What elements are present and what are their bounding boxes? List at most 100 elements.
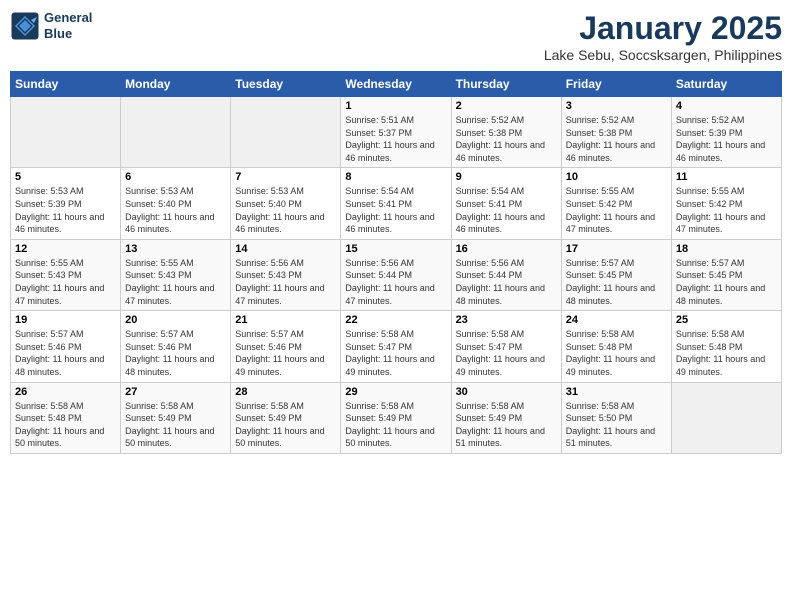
- calendar-cell: 26 Sunrise: 5:58 AMSunset: 5:48 PMDayligh…: [11, 382, 121, 453]
- day-number: 4: [676, 100, 777, 112]
- day-number: 2: [456, 100, 557, 112]
- calendar-cell: 19 Sunrise: 5:57 AMSunset: 5:46 PMDayligh…: [11, 311, 121, 382]
- day-info: Sunrise: 5:57 AMSunset: 5:46 PMDaylight:…: [125, 328, 226, 378]
- day-info: Sunrise: 5:58 AMSunset: 5:48 PMDaylight:…: [15, 400, 116, 450]
- weekday-header-monday: Monday: [121, 72, 231, 97]
- week-row-4: 19 Sunrise: 5:57 AMSunset: 5:46 PMDayligh…: [11, 311, 782, 382]
- day-info: Sunrise: 5:57 AMSunset: 5:46 PMDaylight:…: [235, 328, 336, 378]
- day-number: 17: [566, 243, 667, 255]
- day-info: Sunrise: 5:51 AMSunset: 5:37 PMDaylight:…: [345, 114, 446, 164]
- day-info: Sunrise: 5:58 AMSunset: 5:47 PMDaylight:…: [345, 328, 446, 378]
- calendar-cell: 18Sunrise: 5:57 AMSunset: 5:45 PMDayligh…: [671, 239, 781, 310]
- day-number: 23: [456, 314, 557, 326]
- weekday-header-thursday: Thursday: [451, 72, 561, 97]
- calendar-cell: 14 Sunrise: 5:56 AMSunset: 5:43 PMDayligh…: [231, 239, 341, 310]
- calendar-cell: 25 Sunrise: 5:58 AMSunset: 5:48 PMDayligh…: [671, 311, 781, 382]
- calendar-cell: 6Sunrise: 5:53 AMSunset: 5:40 PMDaylight…: [121, 168, 231, 239]
- weekday-header-tuesday: Tuesday: [231, 72, 341, 97]
- weekday-header-sunday: Sunday: [11, 72, 121, 97]
- title-section: January 2025 Lake Sebu, Soccsksargen, Ph…: [544, 10, 782, 63]
- day-number: 9: [456, 171, 557, 183]
- day-info: Sunrise: 5:56 AMSunset: 5:43 PMDaylight:…: [235, 257, 336, 307]
- calendar-cell: 10 Sunrise: 5:55 AMSunset: 5:42 PMDayligh…: [561, 168, 671, 239]
- day-number: 19: [15, 314, 116, 326]
- calendar-subtitle: Lake Sebu, Soccsksargen, Philippines: [544, 47, 782, 63]
- calendar-title: January 2025: [544, 10, 782, 47]
- weekday-header-wednesday: Wednesday: [341, 72, 451, 97]
- calendar-cell: 4Sunrise: 5:52 AMSunset: 5:39 PMDaylight…: [671, 97, 781, 168]
- calendar-cell: 31Sunrise: 5:58 AMSunset: 5:50 PMDayligh…: [561, 382, 671, 453]
- day-number: 30: [456, 386, 557, 398]
- calendar-cell: 7 Sunrise: 5:53 AMSunset: 5:40 PMDaylight…: [231, 168, 341, 239]
- day-number: 3: [566, 100, 667, 112]
- calendar-cell: 29Sunrise: 5:58 AMSunset: 5:49 PMDayligh…: [341, 382, 451, 453]
- day-number: 14: [235, 243, 336, 255]
- day-info: Sunrise: 5:55 AMSunset: 5:42 PMDaylight:…: [676, 185, 777, 235]
- day-info: Sunrise: 5:54 AMSunset: 5:41 PMDaylight:…: [456, 185, 557, 235]
- day-number: 21: [235, 314, 336, 326]
- logo: General Blue: [10, 10, 92, 41]
- weekday-header-row: SundayMondayTuesdayWednesdayThursdayFrid…: [11, 72, 782, 97]
- day-number: 13: [125, 243, 226, 255]
- calendar-cell: 5Sunrise: 5:53 AMSunset: 5:39 PMDaylight…: [11, 168, 121, 239]
- calendar-cell: 24 Sunrise: 5:58 AMSunset: 5:48 PMDayligh…: [561, 311, 671, 382]
- day-info: Sunrise: 5:58 AMSunset: 5:49 PMDaylight:…: [456, 400, 557, 450]
- day-info: Sunrise: 5:55 AMSunset: 5:43 PMDaylight:…: [15, 257, 116, 307]
- calendar-cell: 20 Sunrise: 5:57 AMSunset: 5:46 PMDayligh…: [121, 311, 231, 382]
- day-number: 26: [15, 386, 116, 398]
- day-info: Sunrise: 5:53 AMSunset: 5:39 PMDaylight:…: [15, 185, 116, 235]
- header: General Blue January 2025 Lake Sebu, Soc…: [10, 10, 782, 63]
- week-row-1: 1 Sunrise: 5:51 AMSunset: 5:37 PMDaylight…: [11, 97, 782, 168]
- day-number: 20: [125, 314, 226, 326]
- day-number: 24: [566, 314, 667, 326]
- calendar-cell: 9 Sunrise: 5:54 AMSunset: 5:41 PMDaylight…: [451, 168, 561, 239]
- day-number: 22: [345, 314, 446, 326]
- calendar-cell: 17Sunrise: 5:57 AMSunset: 5:45 PMDayligh…: [561, 239, 671, 310]
- calendar-cell: 12 Sunrise: 5:55 AMSunset: 5:43 PMDayligh…: [11, 239, 121, 310]
- day-number: 16: [456, 243, 557, 255]
- day-info: Sunrise: 5:58 AMSunset: 5:49 PMDaylight:…: [125, 400, 226, 450]
- day-number: 7: [235, 171, 336, 183]
- week-row-5: 26 Sunrise: 5:58 AMSunset: 5:48 PMDayligh…: [11, 382, 782, 453]
- day-number: 10: [566, 171, 667, 183]
- day-number: 25: [676, 314, 777, 326]
- calendar-cell: 30 Sunrise: 5:58 AMSunset: 5:49 PMDayligh…: [451, 382, 561, 453]
- calendar-cell: 11 Sunrise: 5:55 AMSunset: 5:42 PMDayligh…: [671, 168, 781, 239]
- day-info: Sunrise: 5:56 AMSunset: 5:44 PMDaylight:…: [456, 257, 557, 307]
- day-number: 11: [676, 171, 777, 183]
- day-info: Sunrise: 5:58 AMSunset: 5:48 PMDaylight:…: [676, 328, 777, 378]
- day-number: 29: [345, 386, 446, 398]
- day-number: 15: [345, 243, 446, 255]
- weekday-header-saturday: Saturday: [671, 72, 781, 97]
- day-info: Sunrise: 5:57 AMSunset: 5:45 PMDaylight:…: [676, 257, 777, 307]
- day-number: 12: [15, 243, 116, 255]
- day-info: Sunrise: 5:52 AMSunset: 5:38 PMDaylight:…: [456, 114, 557, 164]
- day-info: Sunrise: 5:54 AMSunset: 5:41 PMDaylight:…: [345, 185, 446, 235]
- day-info: Sunrise: 5:53 AMSunset: 5:40 PMDaylight:…: [235, 185, 336, 235]
- calendar-cell: 2 Sunrise: 5:52 AMSunset: 5:38 PMDaylight…: [451, 97, 561, 168]
- calendar-cell: 13Sunrise: 5:55 AMSunset: 5:43 PMDayligh…: [121, 239, 231, 310]
- calendar-cell: [671, 382, 781, 453]
- day-info: Sunrise: 5:56 AMSunset: 5:44 PMDaylight:…: [345, 257, 446, 307]
- week-row-2: 5Sunrise: 5:53 AMSunset: 5:39 PMDaylight…: [11, 168, 782, 239]
- day-info: Sunrise: 5:58 AMSunset: 5:48 PMDaylight:…: [566, 328, 667, 378]
- calendar-cell: 3 Sunrise: 5:52 AMSunset: 5:38 PMDaylight…: [561, 97, 671, 168]
- day-info: Sunrise: 5:58 AMSunset: 5:47 PMDaylight:…: [456, 328, 557, 378]
- day-number: 1: [345, 100, 446, 112]
- day-number: 31: [566, 386, 667, 398]
- calendar-cell: 27 Sunrise: 5:58 AMSunset: 5:49 PMDayligh…: [121, 382, 231, 453]
- calendar-cell: [11, 97, 121, 168]
- day-number: 27: [125, 386, 226, 398]
- calendar-cell: [121, 97, 231, 168]
- calendar-cell: 16 Sunrise: 5:56 AMSunset: 5:44 PMDayligh…: [451, 239, 561, 310]
- calendar-cell: 8 Sunrise: 5:54 AMSunset: 5:41 PMDaylight…: [341, 168, 451, 239]
- day-number: 8: [345, 171, 446, 183]
- calendar-table: SundayMondayTuesdayWednesdayThursdayFrid…: [10, 71, 782, 454]
- day-info: Sunrise: 5:52 AMSunset: 5:38 PMDaylight:…: [566, 114, 667, 164]
- day-info: Sunrise: 5:55 AMSunset: 5:42 PMDaylight:…: [566, 185, 667, 235]
- calendar-cell: 1 Sunrise: 5:51 AMSunset: 5:37 PMDaylight…: [341, 97, 451, 168]
- calendar-cell: 15 Sunrise: 5:56 AMSunset: 5:44 PMDayligh…: [341, 239, 451, 310]
- calendar-cell: 23 Sunrise: 5:58 AMSunset: 5:47 PMDayligh…: [451, 311, 561, 382]
- day-info: Sunrise: 5:57 AMSunset: 5:46 PMDaylight:…: [15, 328, 116, 378]
- calendar-cell: [231, 97, 341, 168]
